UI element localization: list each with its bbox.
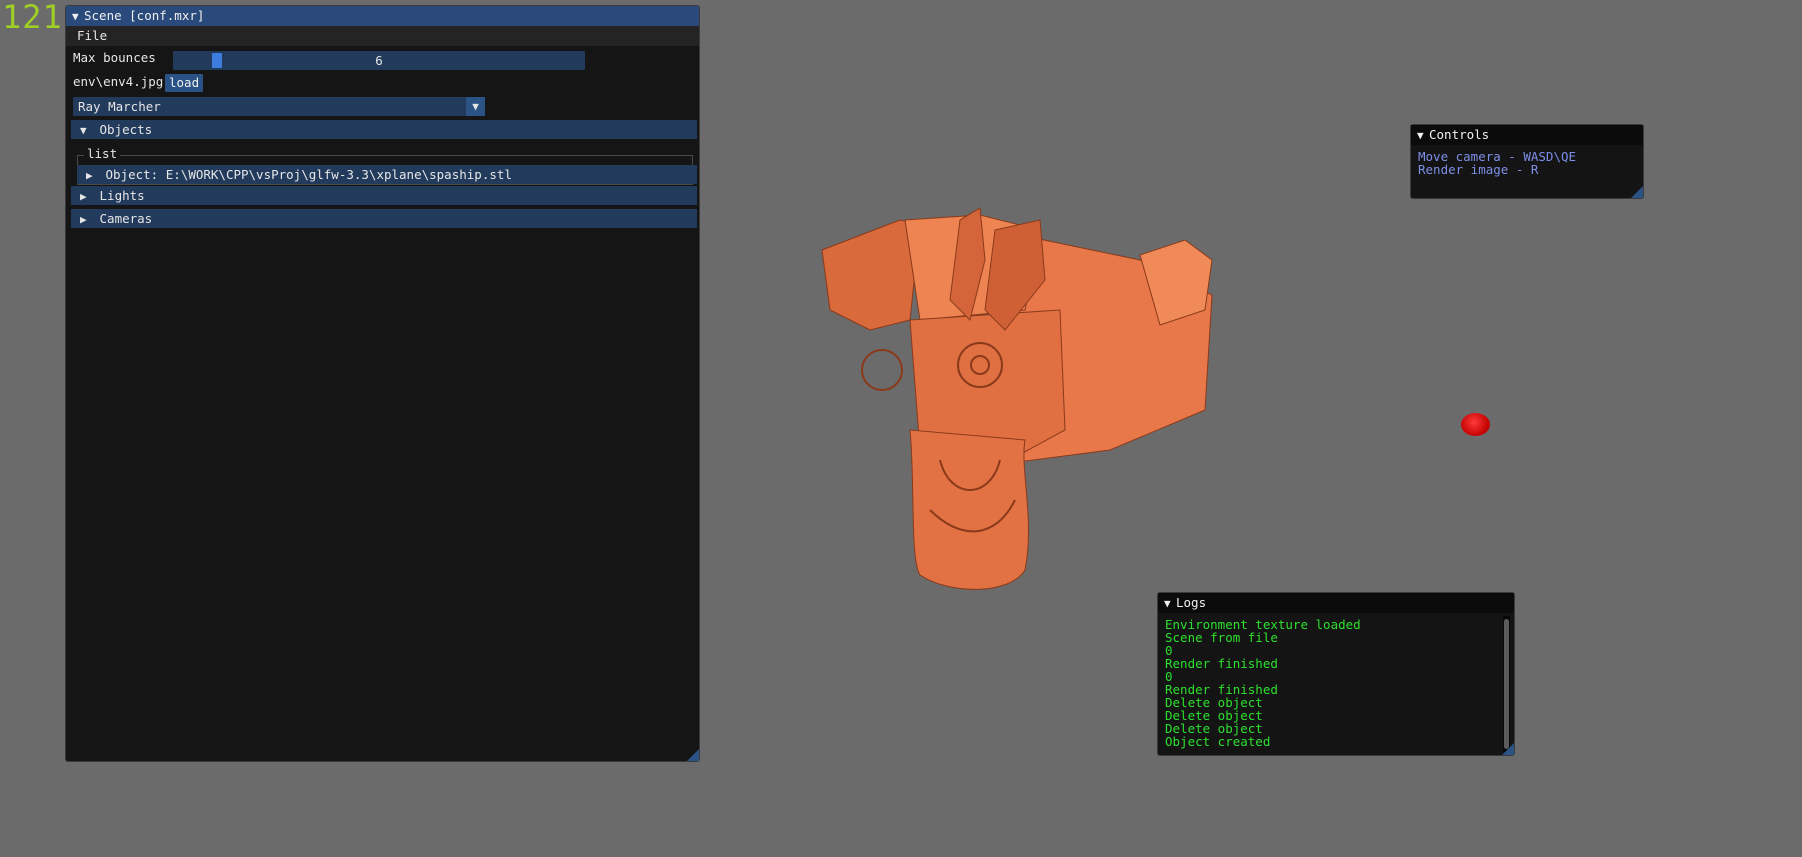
renderer-combo[interactable]: Ray Marcher ▼ (73, 97, 485, 116)
controls-window-title: Controls (1429, 127, 1490, 142)
controls-line: Render image - R (1418, 162, 1539, 177)
menu-file[interactable]: File (77, 28, 107, 43)
log-line: Scene from file (1165, 630, 1278, 645)
controls-window[interactable]: ▼ Controls Move camera - WASD\QE Render i… (1410, 124, 1644, 199)
spaceship-model[interactable] (810, 200, 1240, 610)
expand-icon: ▶ (80, 213, 87, 226)
fps-counter: 121 (2, 0, 63, 36)
collapse-icon[interactable]: ▼ (72, 7, 84, 27)
logs-scrollbar[interactable] (1503, 616, 1510, 752)
max-bounces-label: Max bounces (73, 50, 156, 65)
collapse-icon: ▼ (80, 124, 87, 137)
log-line: Render finished (1165, 656, 1278, 671)
scene-window-title: Scene [conf.mxr] (84, 8, 205, 23)
collapse-icon[interactable]: ▼ (1164, 594, 1176, 614)
resize-grip[interactable] (1502, 743, 1514, 755)
max-bounces-slider[interactable]: 6 (173, 51, 585, 70)
logs-window[interactable]: ▼ Logs Environment texture loaded Scene f… (1157, 592, 1515, 756)
cameras-header-label: Cameras (99, 211, 153, 226)
load-button[interactable]: load (165, 74, 204, 92)
renderer-value: Ray Marcher (78, 99, 161, 114)
env-path-label: env\env4.jpg (73, 74, 164, 89)
lights-header-label: Lights (99, 188, 145, 203)
objects-list-label: list (84, 146, 121, 161)
object-item[interactable]: ▶ Object: E:\WORK\CPP\vsProj\glfw-3.3\xp… (77, 165, 697, 184)
max-bounces-value: 6 (375, 53, 383, 68)
menu-bar: File (66, 26, 699, 46)
controls-window-titlebar[interactable]: ▼ Controls (1411, 125, 1643, 145)
light-marker[interactable] (1461, 413, 1490, 436)
expand-icon: ▶ (86, 169, 93, 182)
logs-window-title: Logs (1176, 595, 1207, 610)
scroll-thumb[interactable] (1504, 619, 1509, 749)
object-item-label: Object: E:\WORK\CPP\vsProj\glfw-3.3\xpla… (105, 167, 512, 182)
lights-header[interactable]: ▶ Lights (71, 186, 697, 205)
expand-icon: ▶ (80, 190, 87, 203)
controls-content: Move camera - WASD\QE Render image - R (1411, 145, 1643, 181)
objects-header-label: Objects (99, 122, 153, 137)
scene-window[interactable]: ▼ Scene [conf.mxr] File Max bounces 6 env… (65, 5, 700, 762)
chevron-down-icon[interactable]: ▼ (466, 97, 485, 116)
scene-window-titlebar[interactable]: ▼ Scene [conf.mxr] (66, 6, 699, 26)
objects-header[interactable]: ▼ Objects (71, 120, 697, 139)
cameras-header[interactable]: ▶ Cameras (71, 209, 697, 228)
resize-grip[interactable] (687, 749, 699, 761)
logs-content: Environment texture loaded Scene from fi… (1158, 613, 1514, 753)
log-line: Object created (1165, 734, 1271, 749)
render-viewport[interactable]: 121 ▼ Scene [conf.mxr] File Max bounces … (0, 0, 1802, 857)
collapse-icon[interactable]: ▼ (1417, 126, 1429, 146)
resize-grip[interactable] (1631, 186, 1643, 198)
logs-window-titlebar[interactable]: ▼ Logs (1158, 593, 1514, 613)
